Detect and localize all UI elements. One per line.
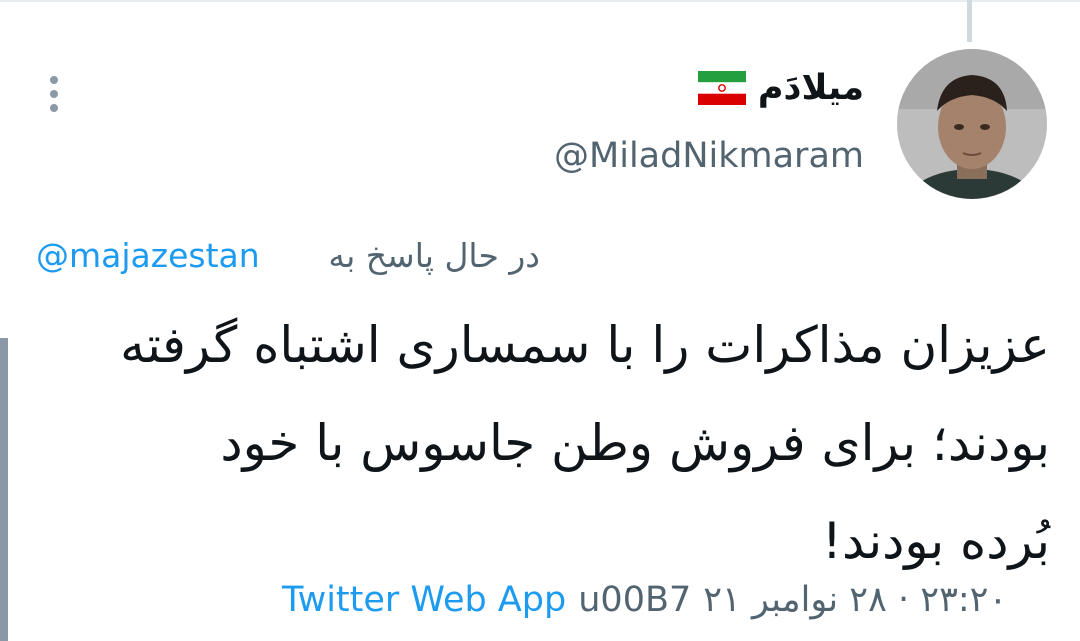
avatar[interactable]: [897, 49, 1047, 199]
timestamp[interactable]: ۲۳:۲۰ · ۲۸ نوامبر ۲۱: [703, 580, 1007, 620]
top-divider: [0, 0, 1080, 2]
tweet-text: عزیزان مذاکرات را با سمساری اشتباه گرفته…: [30, 296, 1050, 590]
replying-to-label: در حال پاسخ به: [328, 236, 540, 275]
user-display-name-row[interactable]: میلادَم: [697, 68, 864, 108]
iran-flag-icon: [697, 71, 746, 105]
left-edge-accent: [0, 338, 8, 641]
tweet-text-line: عزیزان مذاکرات را با سمساری اشتباه گرفته: [120, 316, 1050, 374]
meta-separator: u00B7: [578, 580, 692, 620]
tweet-text-line: بُرده بودند!: [821, 512, 1050, 570]
source-link[interactable]: Twitter Web App: [282, 580, 566, 620]
display-name[interactable]: میلادَم: [758, 68, 864, 108]
thread-connector-line: [967, 0, 972, 42]
replying-to-handle[interactable]: @majazestan: [36, 236, 260, 275]
tweet-text-line: بودند؛ برای فروش وطن جاسوس با خود: [220, 414, 1050, 472]
user-handle[interactable]: @MiladNikmaram: [554, 136, 864, 176]
more-vertical-icon[interactable]: [42, 72, 66, 116]
tweet-meta: Twitter Web App u00B7 ۲۳:۲۰ · ۲۸ نوامبر …: [282, 580, 1007, 620]
avatar-image: [897, 49, 1047, 199]
